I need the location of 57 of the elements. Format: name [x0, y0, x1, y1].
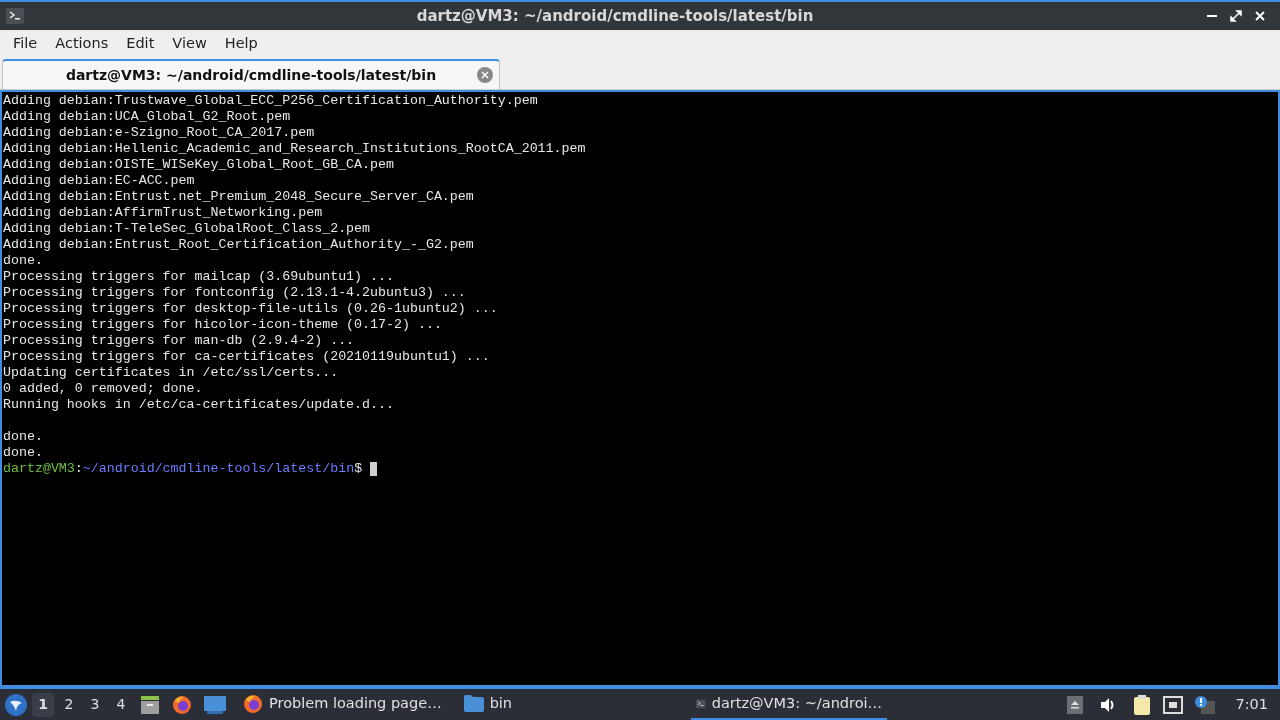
- terminal-line: Adding debian:e-Szigno_Root_CA_2017.pem: [3, 125, 315, 141]
- terminal-tab[interactable]: dartz@VM3: ~/android/cmdline-tools/latest/bin: [2, 59, 500, 89]
- terminal-line: Adding debian:T-TeleSec_GlobalRoot_Class_2.pem: [3, 221, 371, 237]
- terminal-line: Adding debian:Trustwave_Global_ECC_P256_Certification_Authority.pem: [3, 93, 538, 109]
- terminal-line: done.: [3, 253, 43, 269]
- text-cursor: [370, 462, 378, 476]
- window-title: dartz@VM3: ~/android/cmdline-tools/latest/bin: [415, 5, 815, 27]
- browser-icon: [172, 694, 192, 715]
- terminal-line: Updating certificates in /etc/ssl/certs...: [3, 365, 339, 381]
- prompt-symbol: $: [354, 461, 363, 477]
- terminal-line: 0 added, 0 removed; done.: [3, 381, 203, 397]
- prompt-separator: :: [74, 461, 83, 477]
- terminal-line: Processing triggers for ca-certificates (20210119ubuntu1) ...: [3, 349, 490, 365]
- prompt-path: ~/android/cmdline-tools/latest/bin: [82, 461, 355, 477]
- terminal-line: done.: [3, 429, 43, 445]
- prompt-user: dartz@VM3: [3, 461, 75, 477]
- menu-item[interactable]: Actions: [46, 32, 118, 55]
- file-cabinet-icon[interactable]: [140, 694, 160, 715]
- workspace-button[interactable]: 3: [84, 692, 106, 717]
- terminal-line: Processing triggers for man-db (2.9.4-2) ...: [3, 333, 355, 349]
- menu-item[interactable]: File: [4, 32, 47, 55]
- menu-item[interactable]: Edit: [117, 32, 164, 55]
- close-tab-icon[interactable]: [477, 67, 493, 83]
- terminal-line: Adding debian:OISTE_WISeKey_Global_Root_GB_CA.pem: [3, 157, 394, 173]
- notification-icon[interactable]: [1195, 695, 1216, 714]
- desktop-icon[interactable]: [204, 695, 226, 714]
- terminal-line: Adding debian:AffirmTrust_Networking.pem: [3, 205, 323, 221]
- terminal-line: Running hooks in /etc/ca-certificates/update.d...: [3, 397, 394, 413]
- task-button[interactable]: bin: [458, 689, 518, 720]
- terminal-line: Adding debian:Entrust_Root_Certification_Authority_-_G2.pem: [3, 237, 474, 253]
- eject-icon[interactable]: [1067, 695, 1084, 714]
- task-button[interactable]: dartz@VM3: ~/androi…: [691, 689, 888, 720]
- browser-icon: [243, 693, 263, 714]
- terminal-line: Processing triggers for fontconfig (2.13.1-4.2ubuntu3) ...: [3, 285, 466, 301]
- maximize-icon[interactable]: [1230, 10, 1242, 22]
- workspace-button[interactable]: 2: [58, 692, 80, 717]
- folder-icon: [463, 695, 484, 712]
- task-button[interactable]: Problem loading page…: [238, 689, 447, 720]
- close-icon[interactable]: [1254, 10, 1266, 22]
- terminal-line: Adding debian:Entrust.net_Premium_2048_Secure_Server_CA.pem: [3, 189, 474, 205]
- app-menu-icon[interactable]: [4, 692, 28, 717]
- terminal-line: done.: [3, 445, 43, 461]
- terminal-line: Adding debian:Hellenic_Academic_and_Research_Institutions_RootCA_2011.pem: [3, 141, 586, 157]
- terminal-area[interactable]: [0, 90, 1280, 687]
- menu-item[interactable]: Help: [215, 32, 267, 55]
- terminal-line: Processing triggers for desktop-file-utils (0.26-1ubuntu2) ...: [3, 301, 498, 317]
- clipboard-icon[interactable]: [1133, 694, 1152, 715]
- terminal-line: Processing triggers for mailcap (3.69ubuntu1) ...: [3, 269, 394, 285]
- terminal-icon: [6, 8, 24, 24]
- terminal-line: Processing triggers for hicolor-icon-theme (0.17-2) ...: [3, 317, 442, 333]
- terminal-line: Adding debian:EC-ACC.pem: [3, 173, 195, 189]
- menu-item[interactable]: View: [163, 32, 216, 55]
- network-icon[interactable]: [1163, 695, 1184, 714]
- clock[interactable]: 7:01: [1235, 693, 1268, 716]
- terminal-line: Adding debian:UCA_Global_G2_Root.pem: [3, 109, 291, 125]
- workspace-button[interactable]: 4: [110, 692, 132, 717]
- workspace-button[interactable]: 1: [32, 692, 54, 717]
